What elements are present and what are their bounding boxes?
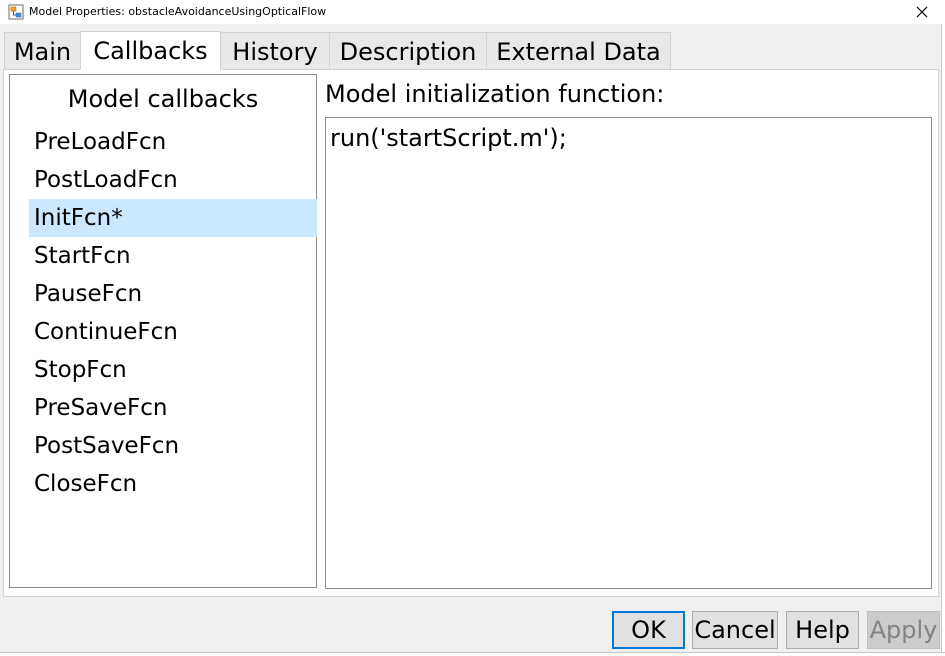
- close-button[interactable]: [899, 0, 945, 24]
- callback-code-editor[interactable]: run('startScript.m');: [325, 117, 932, 589]
- callback-item-initfcn[interactable]: InitFcn*: [29, 199, 317, 237]
- close-icon: [916, 3, 928, 22]
- background-canvas-edge: [941, 24, 945, 656]
- callback-item-continuefcn[interactable]: ContinueFcn: [29, 313, 317, 351]
- callbacks-list: PreLoadFcn PostLoadFcn InitFcn* StartFcn…: [29, 123, 317, 503]
- model-callbacks-list-pane: Model callbacks PreLoadFcn PostLoadFcn I…: [9, 74, 317, 588]
- callback-item-pausefcn[interactable]: PauseFcn: [29, 275, 317, 313]
- tab-bar: Main Callbacks History Description Exter…: [4, 31, 671, 70]
- cancel-button[interactable]: Cancel: [692, 611, 778, 649]
- tab-main[interactable]: Main: [4, 32, 81, 70]
- tab-callbacks[interactable]: Callbacks: [80, 31, 221, 70]
- callback-item-closefcn[interactable]: CloseFcn: [29, 465, 317, 503]
- callback-item-stopfcn[interactable]: StopFcn: [29, 351, 317, 389]
- simulink-model-icon: [8, 4, 24, 20]
- callback-item-postsavefcn[interactable]: PostSaveFcn: [29, 427, 317, 465]
- model-properties-dialog: Model Properties: obstacleAvoidanceUsing…: [0, 0, 945, 656]
- tab-description[interactable]: Description: [329, 32, 487, 70]
- callback-item-presavefcn[interactable]: PreSaveFcn: [29, 389, 317, 427]
- model-callbacks-header: Model callbacks: [67, 85, 259, 113]
- callbacks-panel: Model callbacks PreLoadFcn PostLoadFcn I…: [3, 69, 939, 597]
- ok-button[interactable]: OK: [612, 611, 685, 649]
- help-button[interactable]: Help: [786, 611, 859, 649]
- callback-item-postloadfcn[interactable]: PostLoadFcn: [29, 161, 317, 199]
- callback-item-preloadfcn[interactable]: PreLoadFcn: [29, 123, 317, 161]
- window-title: Model Properties: obstacleAvoidanceUsing…: [29, 5, 327, 18]
- callback-item-startfcn[interactable]: StartFcn: [29, 237, 317, 275]
- apply-button[interactable]: Apply: [867, 611, 940, 649]
- tab-external-data[interactable]: External Data: [486, 32, 671, 70]
- background-canvas-bottom: [0, 652, 945, 656]
- tab-history[interactable]: History: [220, 32, 330, 70]
- title-bar: Model Properties: obstacleAvoidanceUsing…: [0, 0, 945, 24]
- callback-editor-label: Model initialization function:: [325, 80, 665, 108]
